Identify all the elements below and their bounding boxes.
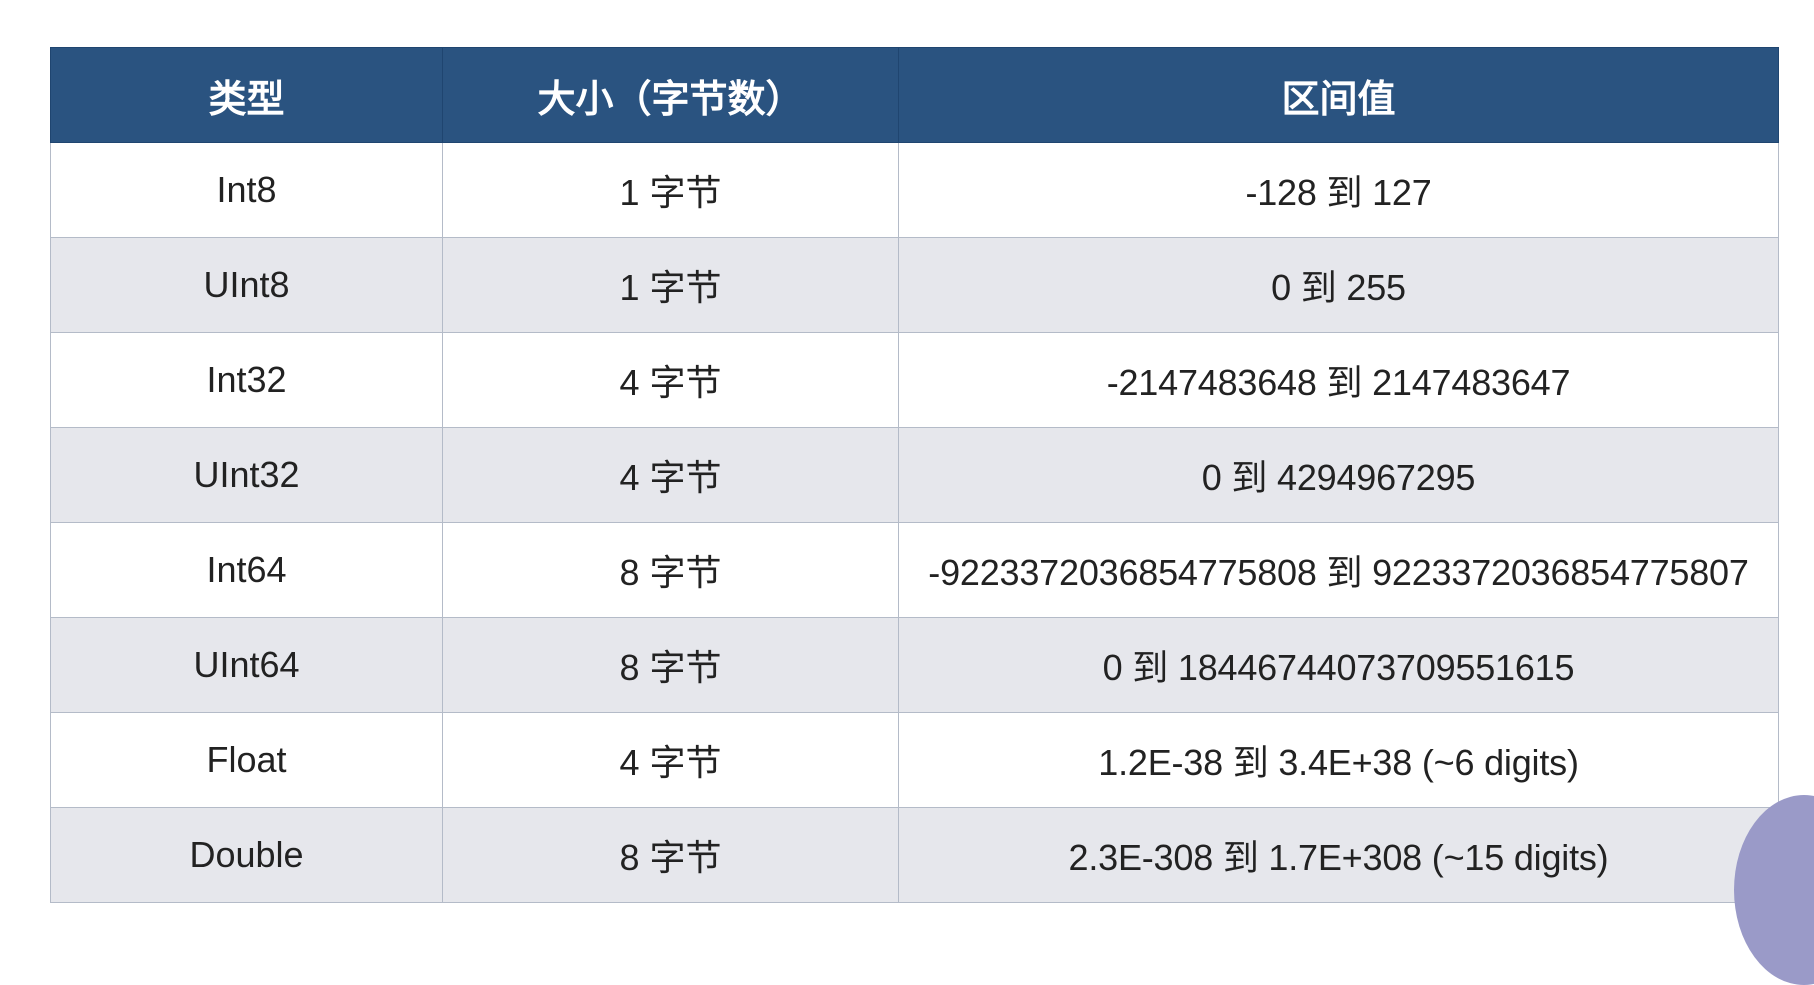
table-row: Int8 1 字节 -128 到 127 xyxy=(50,142,1779,238)
header-size: 大小（字节数） xyxy=(442,47,899,143)
table-row: Int32 4 字节 -2147483648 到 2147483647 xyxy=(50,332,1779,428)
table-body: Int8 1 字节 -128 到 127 UInt8 1 字节 0 到 255 … xyxy=(50,142,1779,903)
cell-size: 1 字节 xyxy=(442,237,899,333)
table-row: UInt32 4 字节 0 到 4294967295 xyxy=(50,427,1779,523)
cell-range: 2.3E-308 到 1.7E+308 (~15 digits) xyxy=(898,807,1779,903)
table-row: UInt64 8 字节 0 到 18446744073709551615 xyxy=(50,617,1779,713)
cell-type: UInt8 xyxy=(50,237,443,333)
table-row: Double 8 字节 2.3E-308 到 1.7E+308 (~15 dig… xyxy=(50,807,1779,903)
cell-type: Int32 xyxy=(50,332,443,428)
header-range: 区间值 xyxy=(898,47,1779,143)
cell-type: Int8 xyxy=(50,142,443,238)
table-header: 类型 大小（字节数） 区间值 xyxy=(50,47,1779,143)
cell-range: -128 到 127 xyxy=(898,142,1779,238)
cell-size: 4 字节 xyxy=(442,332,899,428)
cell-type: Double xyxy=(50,807,443,903)
table-row: UInt8 1 字节 0 到 255 xyxy=(50,237,1779,333)
table-row: Int64 8 字节 -9223372036854775808 到 922337… xyxy=(50,522,1779,618)
cell-size: 4 字节 xyxy=(442,427,899,523)
cell-type: Float xyxy=(50,712,443,808)
cell-range: 0 到 255 xyxy=(898,237,1779,333)
table-row: Float 4 字节 1.2E-38 到 3.4E+38 (~6 digits) xyxy=(50,712,1779,808)
cell-type: UInt64 xyxy=(50,617,443,713)
cell-type: Int64 xyxy=(50,522,443,618)
cell-type: UInt32 xyxy=(50,427,443,523)
header-row: 类型 大小（字节数） 区间值 xyxy=(50,47,1779,143)
cell-range: 1.2E-38 到 3.4E+38 (~6 digits) xyxy=(898,712,1779,808)
cell-range: -9223372036854775808 到 92233720368547758… xyxy=(898,522,1779,618)
data-types-table: 类型 大小（字节数） 区间值 Int8 1 字节 -128 到 127 UInt… xyxy=(50,47,1779,903)
cell-size: 8 字节 xyxy=(442,617,899,713)
cell-size: 8 字节 xyxy=(442,522,899,618)
cell-size: 4 字节 xyxy=(442,712,899,808)
cell-size: 1 字节 xyxy=(442,142,899,238)
data-types-table-container: 类型 大小（字节数） 区间值 Int8 1 字节 -128 到 127 UInt… xyxy=(50,47,1779,903)
cell-range: -2147483648 到 2147483647 xyxy=(898,332,1779,428)
cell-size: 8 字节 xyxy=(442,807,899,903)
cell-range: 0 到 18446744073709551615 xyxy=(898,617,1779,713)
cell-range: 0 到 4294967295 xyxy=(898,427,1779,523)
header-type: 类型 xyxy=(50,47,443,143)
